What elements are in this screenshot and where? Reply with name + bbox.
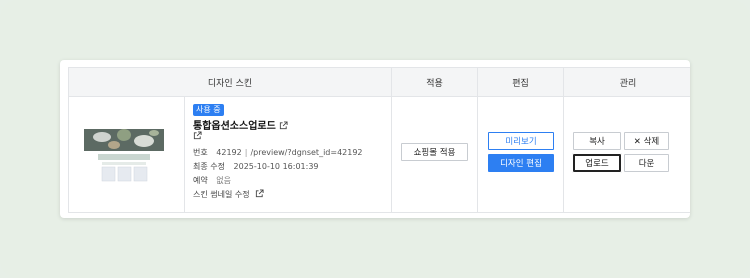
- modified-value: 2025-10-10 16:01:39: [233, 162, 319, 171]
- copy-button[interactable]: 복사: [573, 132, 622, 150]
- apply-shopping-button[interactable]: 쇼핑몰 적용: [401, 143, 469, 161]
- modified-label: 최종 수정: [193, 162, 225, 171]
- skin-table: 디자인 스킨 적용 편집 관리 사용 중 통합옵션소스업로드 번호 42192 …: [67, 67, 690, 213]
- table-row: 사용 중 통합옵션소스업로드 번호 42192 |/preview/?dgnset…: [68, 96, 690, 213]
- edit-cell: 미리보기 디자인 편집: [477, 96, 565, 213]
- reserve-label: 예약: [193, 176, 208, 185]
- preview-path[interactable]: /preview/?dgnset_id=42192: [250, 148, 362, 157]
- thumbnail-edit-label[interactable]: 스킨 썸네일 수정: [193, 190, 250, 199]
- header-edit: 편집: [477, 67, 565, 97]
- number-value: 42192: [216, 148, 242, 157]
- reserve-value: 없음: [216, 176, 232, 185]
- skin-info-cell: 사용 중 통합옵션소스업로드 번호 42192 |/preview/?dgnset…: [183, 96, 393, 213]
- skin-name-second-line: [193, 131, 202, 141]
- external-link-icon[interactable]: [193, 131, 202, 140]
- in-use-badge: 사용 중: [193, 104, 224, 116]
- apply-cell: 쇼핑몰 적용: [391, 96, 479, 213]
- header-apply: 적용: [391, 67, 479, 97]
- external-link-icon[interactable]: [279, 121, 288, 130]
- skin-name-row: 통합옵션소스업로드: [193, 117, 288, 132]
- header-design-skin: 디자인 스킨: [67, 67, 393, 97]
- preview-button[interactable]: 미리보기: [488, 132, 555, 150]
- modified-row: 최종 수정 2025-10-10 16:01:39: [193, 161, 319, 172]
- delete-button[interactable]: ✕ 삭제: [624, 132, 670, 150]
- table-header-row: 디자인 스킨 적용 편집 관리: [67, 67, 690, 97]
- thumbnail-cell: [68, 96, 185, 213]
- download-button[interactable]: 다운: [624, 154, 670, 172]
- skin-thumbnail[interactable]: [84, 123, 164, 185]
- design-edit-button[interactable]: 디자인 편집: [488, 154, 555, 172]
- skin-name: 통합옵션소스업로드: [193, 121, 276, 132]
- manage-cell: 복사 ✕ 삭제 업로드 다운: [563, 96, 690, 213]
- skin-table-card: 디자인 스킨 적용 편집 관리 사용 중 통합옵션소스업로드 번호 42192 …: [60, 60, 690, 218]
- page-background: 디자인 스킨 적용 편집 관리 사용 중 통합옵션소스업로드 번호 42192 …: [0, 0, 750, 278]
- thumbnail-edit-row: 스킨 썸네일 수정: [193, 189, 264, 200]
- skin-number-row: 번호 42192 |/preview/?dgnset_id=42192: [193, 148, 363, 157]
- header-manage: 관리: [563, 67, 690, 97]
- upload-button[interactable]: 업로드: [572, 153, 623, 173]
- reserve-row: 예약 없음: [193, 175, 231, 186]
- external-link-icon[interactable]: [255, 189, 264, 198]
- number-label: 번호: [193, 148, 208, 157]
